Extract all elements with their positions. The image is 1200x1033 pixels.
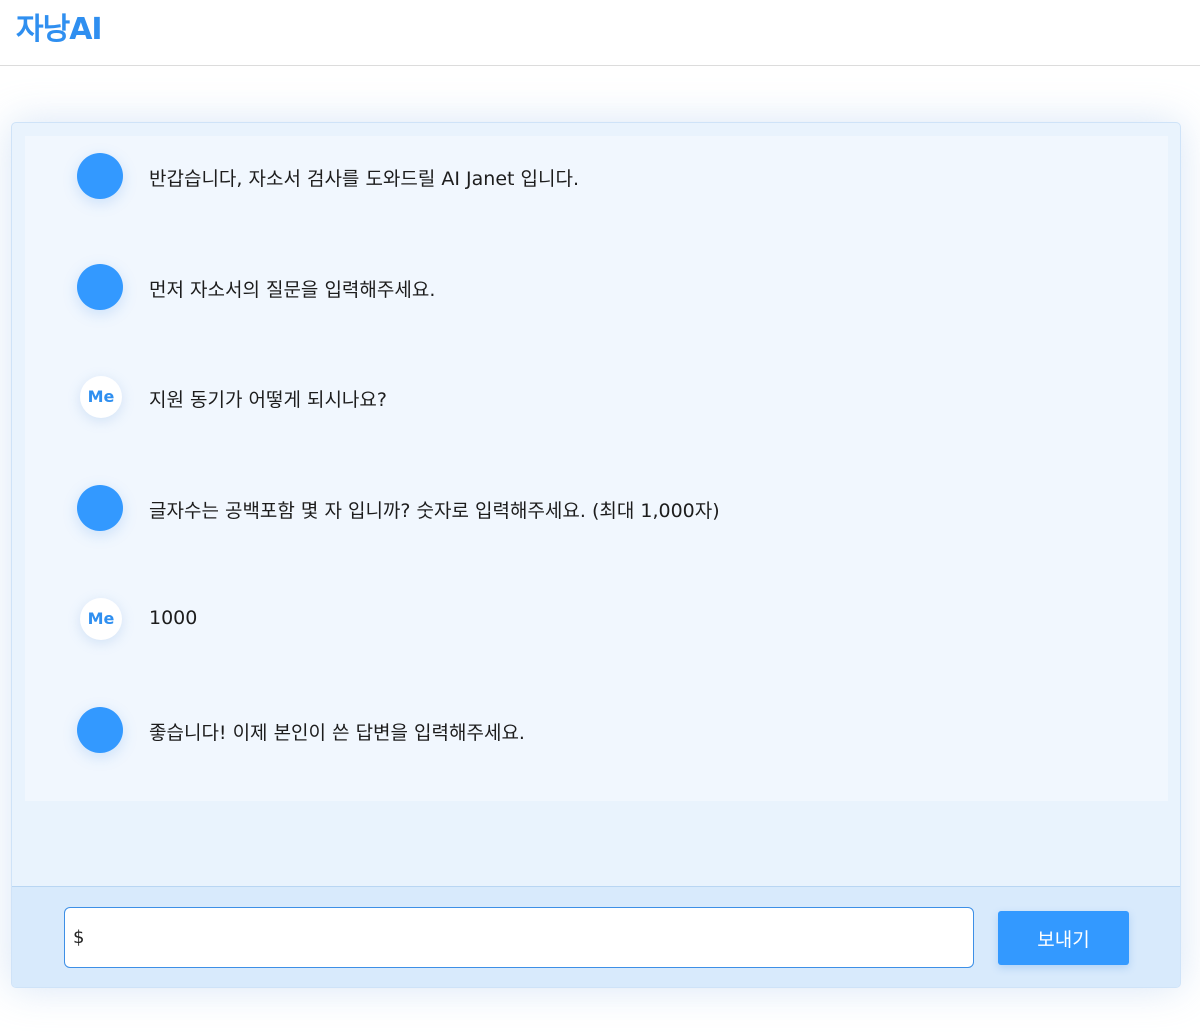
bot-avatar — [77, 707, 123, 753]
chat-message-bot: 글자수는 공백포함 몇 자 입니까? 숫자로 입력해주세요. (최대 1,000… — [25, 478, 1168, 538]
chat-message-user: Me 1000 — [25, 589, 1168, 649]
message-list: 반갑습니다, 자소서 검사를 도와드릴 AI Janet 입니다. 먼저 자소서… — [25, 136, 1168, 801]
message-text: 1000 — [149, 607, 198, 629]
chat-message-bot: 먼저 자소서의 질문을 입력해주세요. — [25, 257, 1168, 317]
send-button[interactable]: 보내기 — [998, 911, 1129, 965]
chat-panel: 반갑습니다, 자소서 검사를 도와드릴 AI Janet 입니다. 먼저 자소서… — [11, 122, 1181, 988]
message-text: 지원 동기가 어떻게 되시나요? — [149, 389, 387, 411]
chat-message-bot: 좋습니다! 이제 본인이 쓴 답변을 입력해주세요. — [25, 700, 1168, 760]
message-text: 글자수는 공백포함 몇 자 입니까? 숫자로 입력해주세요. (최대 1,000… — [149, 500, 720, 522]
message-text: 먼저 자소서의 질문을 입력해주세요. — [149, 279, 436, 301]
user-avatar: Me — [80, 376, 122, 418]
message-text: 반갑습니다, 자소서 검사를 도와드릴 AI Janet 입니다. — [149, 168, 579, 190]
bot-avatar — [77, 485, 123, 531]
chat-message-user: Me 지원 동기가 어떻게 되시나요? — [25, 367, 1168, 427]
message-input-bar: 보내기 — [12, 886, 1180, 987]
chat-message-bot: 반갑습니다, 자소서 검사를 도와드릴 AI Janet 입니다. — [25, 146, 1168, 206]
message-input[interactable] — [64, 907, 974, 968]
bot-avatar — [77, 264, 123, 310]
app-header: 자낭AI — [0, 0, 1200, 66]
user-avatar: Me — [80, 598, 122, 640]
bot-avatar — [77, 153, 123, 199]
app-logo[interactable]: 자낭AI — [16, 4, 103, 48]
message-text: 좋습니다! 이제 본인이 쓴 답변을 입력해주세요. — [149, 722, 525, 744]
